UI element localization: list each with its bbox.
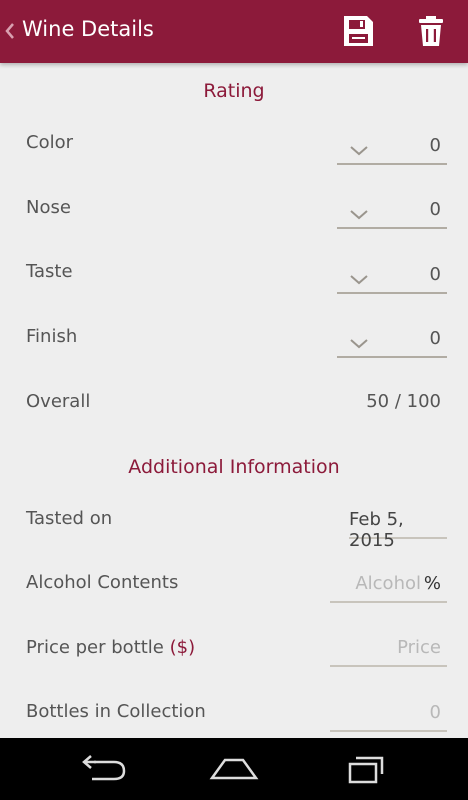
finish-label: Finish	[26, 326, 78, 347]
taste-value: 0	[429, 264, 441, 285]
app-bar: Wine Details	[0, 0, 468, 63]
save-icon	[344, 16, 373, 46]
back-chevron-icon[interactable]	[3, 20, 17, 42]
additional-info-heading: Additional Information	[128, 456, 340, 478]
overall-label: Overall	[26, 391, 91, 412]
price-label: Price per bottle ($)	[26, 637, 195, 658]
recents-icon[interactable]	[334, 752, 394, 786]
tasted-on-value: Feb 5, 2015	[349, 509, 404, 551]
trash-icon	[419, 16, 443, 46]
price-label-text: Price per bottle	[26, 637, 164, 658]
system-nav-bar	[0, 738, 468, 800]
color-spinner[interactable]: 0	[337, 125, 447, 165]
nose-label: Nose	[26, 197, 71, 218]
chevron-down-icon	[350, 339, 368, 349]
chevron-down-icon	[350, 146, 368, 156]
taste-label: Taste	[26, 261, 73, 282]
home-icon[interactable]	[204, 752, 264, 786]
finish-spinner[interactable]: 0	[337, 318, 447, 358]
price-placeholder: Price	[397, 637, 441, 658]
wine-details-content: Rating Color 0 Nose 0 Taste 0 Finish 0 O…	[0, 63, 468, 738]
tasted-on-date-field[interactable]: Feb 5, 2015	[349, 499, 447, 551]
chevron-down-icon	[350, 210, 368, 220]
bottles-label: Bottles in Collection	[26, 701, 206, 722]
nose-spinner[interactable]: 0	[337, 189, 447, 229]
finish-value: 0	[429, 328, 441, 349]
chevron-down-icon	[350, 275, 368, 285]
taste-spinner[interactable]: 0	[337, 254, 447, 294]
save-button[interactable]	[338, 12, 378, 52]
nose-value: 0	[429, 199, 441, 220]
price-currency: ($)	[169, 637, 196, 658]
percent-unit: %	[423, 573, 441, 594]
color-value: 0	[429, 135, 441, 156]
price-input[interactable]: Price	[330, 627, 447, 667]
page-title: Wine Details	[22, 17, 154, 41]
alcohol-placeholder: Alcohol	[355, 573, 421, 594]
rating-heading: Rating	[203, 80, 265, 102]
delete-button[interactable]	[411, 12, 451, 52]
bottles-input[interactable]: 0	[330, 692, 447, 732]
color-label: Color	[26, 132, 73, 153]
overall-value: 50 / 100	[366, 391, 441, 412]
alcohol-input[interactable]: Alcohol %	[330, 563, 447, 603]
tasted-on-label: Tasted on	[26, 508, 113, 529]
alcohol-label: Alcohol Contents	[26, 572, 179, 593]
back-icon[interactable]	[74, 752, 134, 786]
bottles-placeholder: 0	[429, 702, 441, 723]
